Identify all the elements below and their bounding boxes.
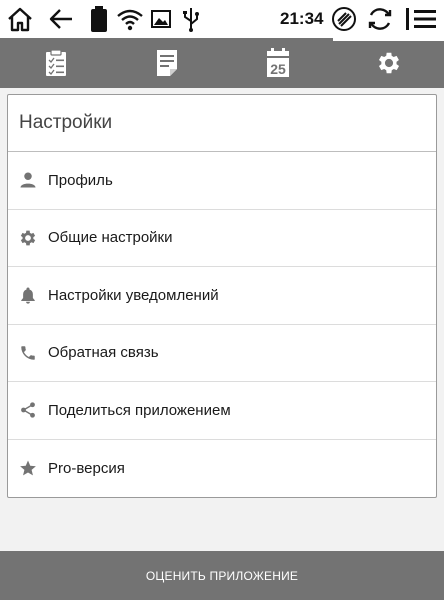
page-title: Настройки	[8, 95, 436, 152]
tab-calendar[interactable]: 25	[222, 38, 333, 88]
person-icon	[8, 171, 48, 189]
menu-item-general-settings[interactable]: Общие настройки	[8, 210, 436, 267]
menu-item-label: Настройки уведомлений	[48, 286, 219, 304]
menu-item-notification-settings[interactable]: Настройки уведомлений	[8, 267, 436, 325]
tab-settings[interactable]	[333, 38, 444, 88]
menu-item-label: Pro-версия	[48, 459, 125, 477]
calendar-icon: 25	[266, 48, 289, 77]
menu-item-label: Обратная связь	[48, 344, 159, 362]
image-icon	[150, 5, 172, 33]
gear-icon	[378, 52, 399, 74]
menu-item-share-app[interactable]: Поделиться приложением	[8, 382, 436, 440]
share-icon	[8, 400, 48, 420]
back-arrow-icon[interactable]	[47, 5, 75, 33]
menu-item-label: Поделиться приложением	[48, 401, 231, 419]
menu-item-profile[interactable]: Профиль	[8, 152, 436, 210]
rate-app-button[interactable]: ОЦЕНИТЬ ПРИЛОЖЕНИЕ	[0, 551, 444, 600]
usb-icon	[180, 5, 202, 33]
tab-checklist[interactable]	[0, 38, 111, 88]
battery-icon	[88, 5, 110, 33]
checklist-icon	[45, 49, 66, 76]
cleaner-icon[interactable]	[330, 5, 358, 33]
bell-icon	[8, 285, 48, 305]
menu-item-feedback[interactable]: Обратная связь	[8, 325, 436, 382]
status-bar: 21:34	[0, 0, 444, 38]
clock-time: 21:34	[280, 9, 324, 28]
star-icon	[8, 459, 48, 477]
settings-card: Настройки Профиль Общие настройки Настро…	[7, 94, 437, 498]
wifi-icon	[116, 5, 144, 33]
tab-notes[interactable]	[111, 38, 222, 88]
menu-icon[interactable]	[404, 5, 438, 33]
gear-icon	[8, 228, 48, 248]
document-icon	[156, 50, 177, 76]
calendar-day-number: 25	[270, 61, 286, 77]
menu-item-label: Общие настройки	[48, 229, 173, 247]
phone-icon	[8, 344, 48, 362]
menu-item-pro-version[interactable]: Pro-версия	[8, 440, 436, 498]
home-icon[interactable]	[6, 5, 34, 33]
refresh-icon[interactable]	[366, 5, 394, 33]
menu-item-label: Профиль	[48, 171, 113, 189]
tab-bar: 25	[0, 38, 444, 88]
